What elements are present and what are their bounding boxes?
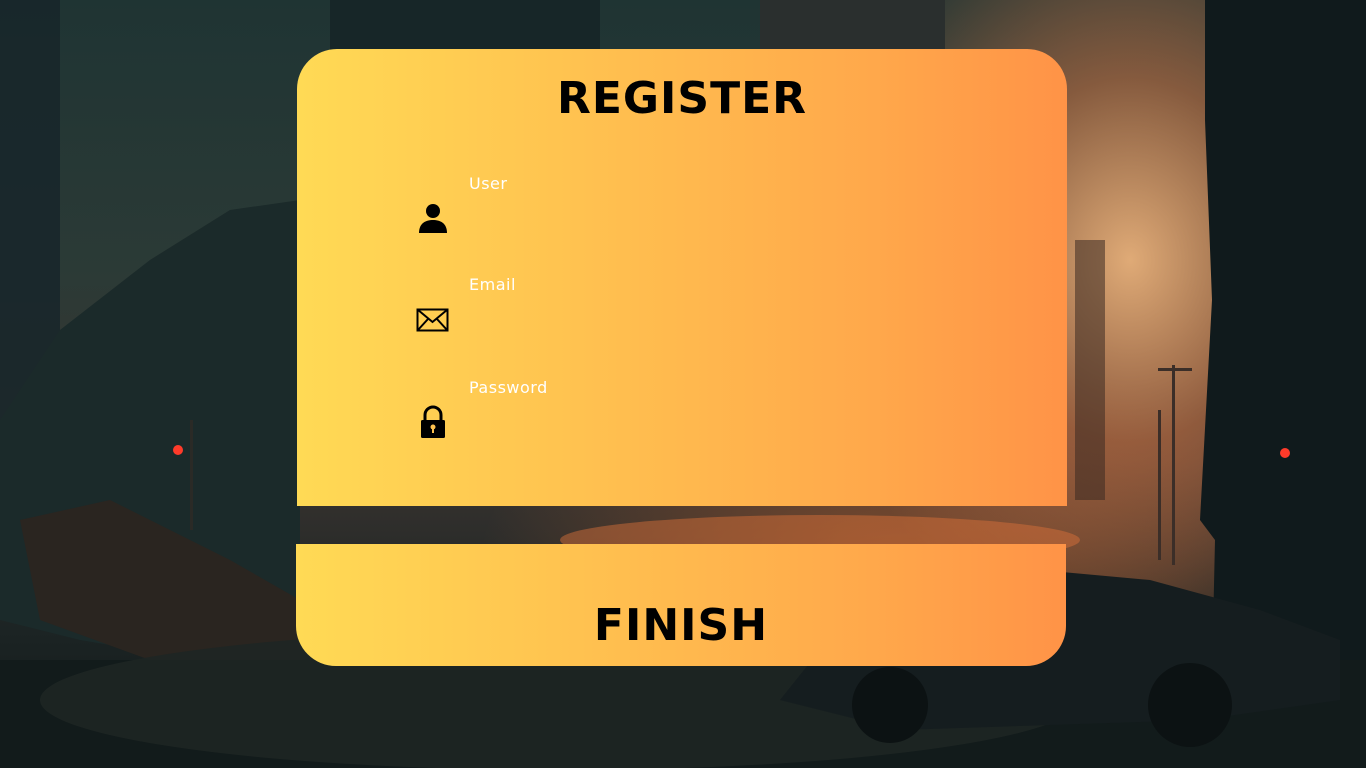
email-label: Email	[469, 275, 516, 294]
password-field: Password	[415, 378, 975, 448]
user-input[interactable]	[469, 198, 949, 234]
finish-button[interactable]: FINISH	[296, 544, 1066, 666]
envelope-icon	[415, 301, 451, 337]
finish-button-label: FINISH	[593, 600, 769, 651]
user-icon	[415, 200, 451, 236]
user-field: User	[415, 174, 975, 244]
page-title: REGISTER	[556, 73, 808, 124]
lock-icon	[415, 404, 451, 440]
email-field: Email	[415, 275, 975, 345]
password-label: Password	[469, 378, 548, 397]
register-panel: REGISTER User Email Password	[297, 49, 1067, 506]
password-input[interactable]	[469, 402, 949, 438]
email-input[interactable]	[469, 299, 949, 335]
app-screen: REGISTER User Email Password FINISH	[0, 0, 1366, 768]
user-label: User	[469, 174, 508, 193]
